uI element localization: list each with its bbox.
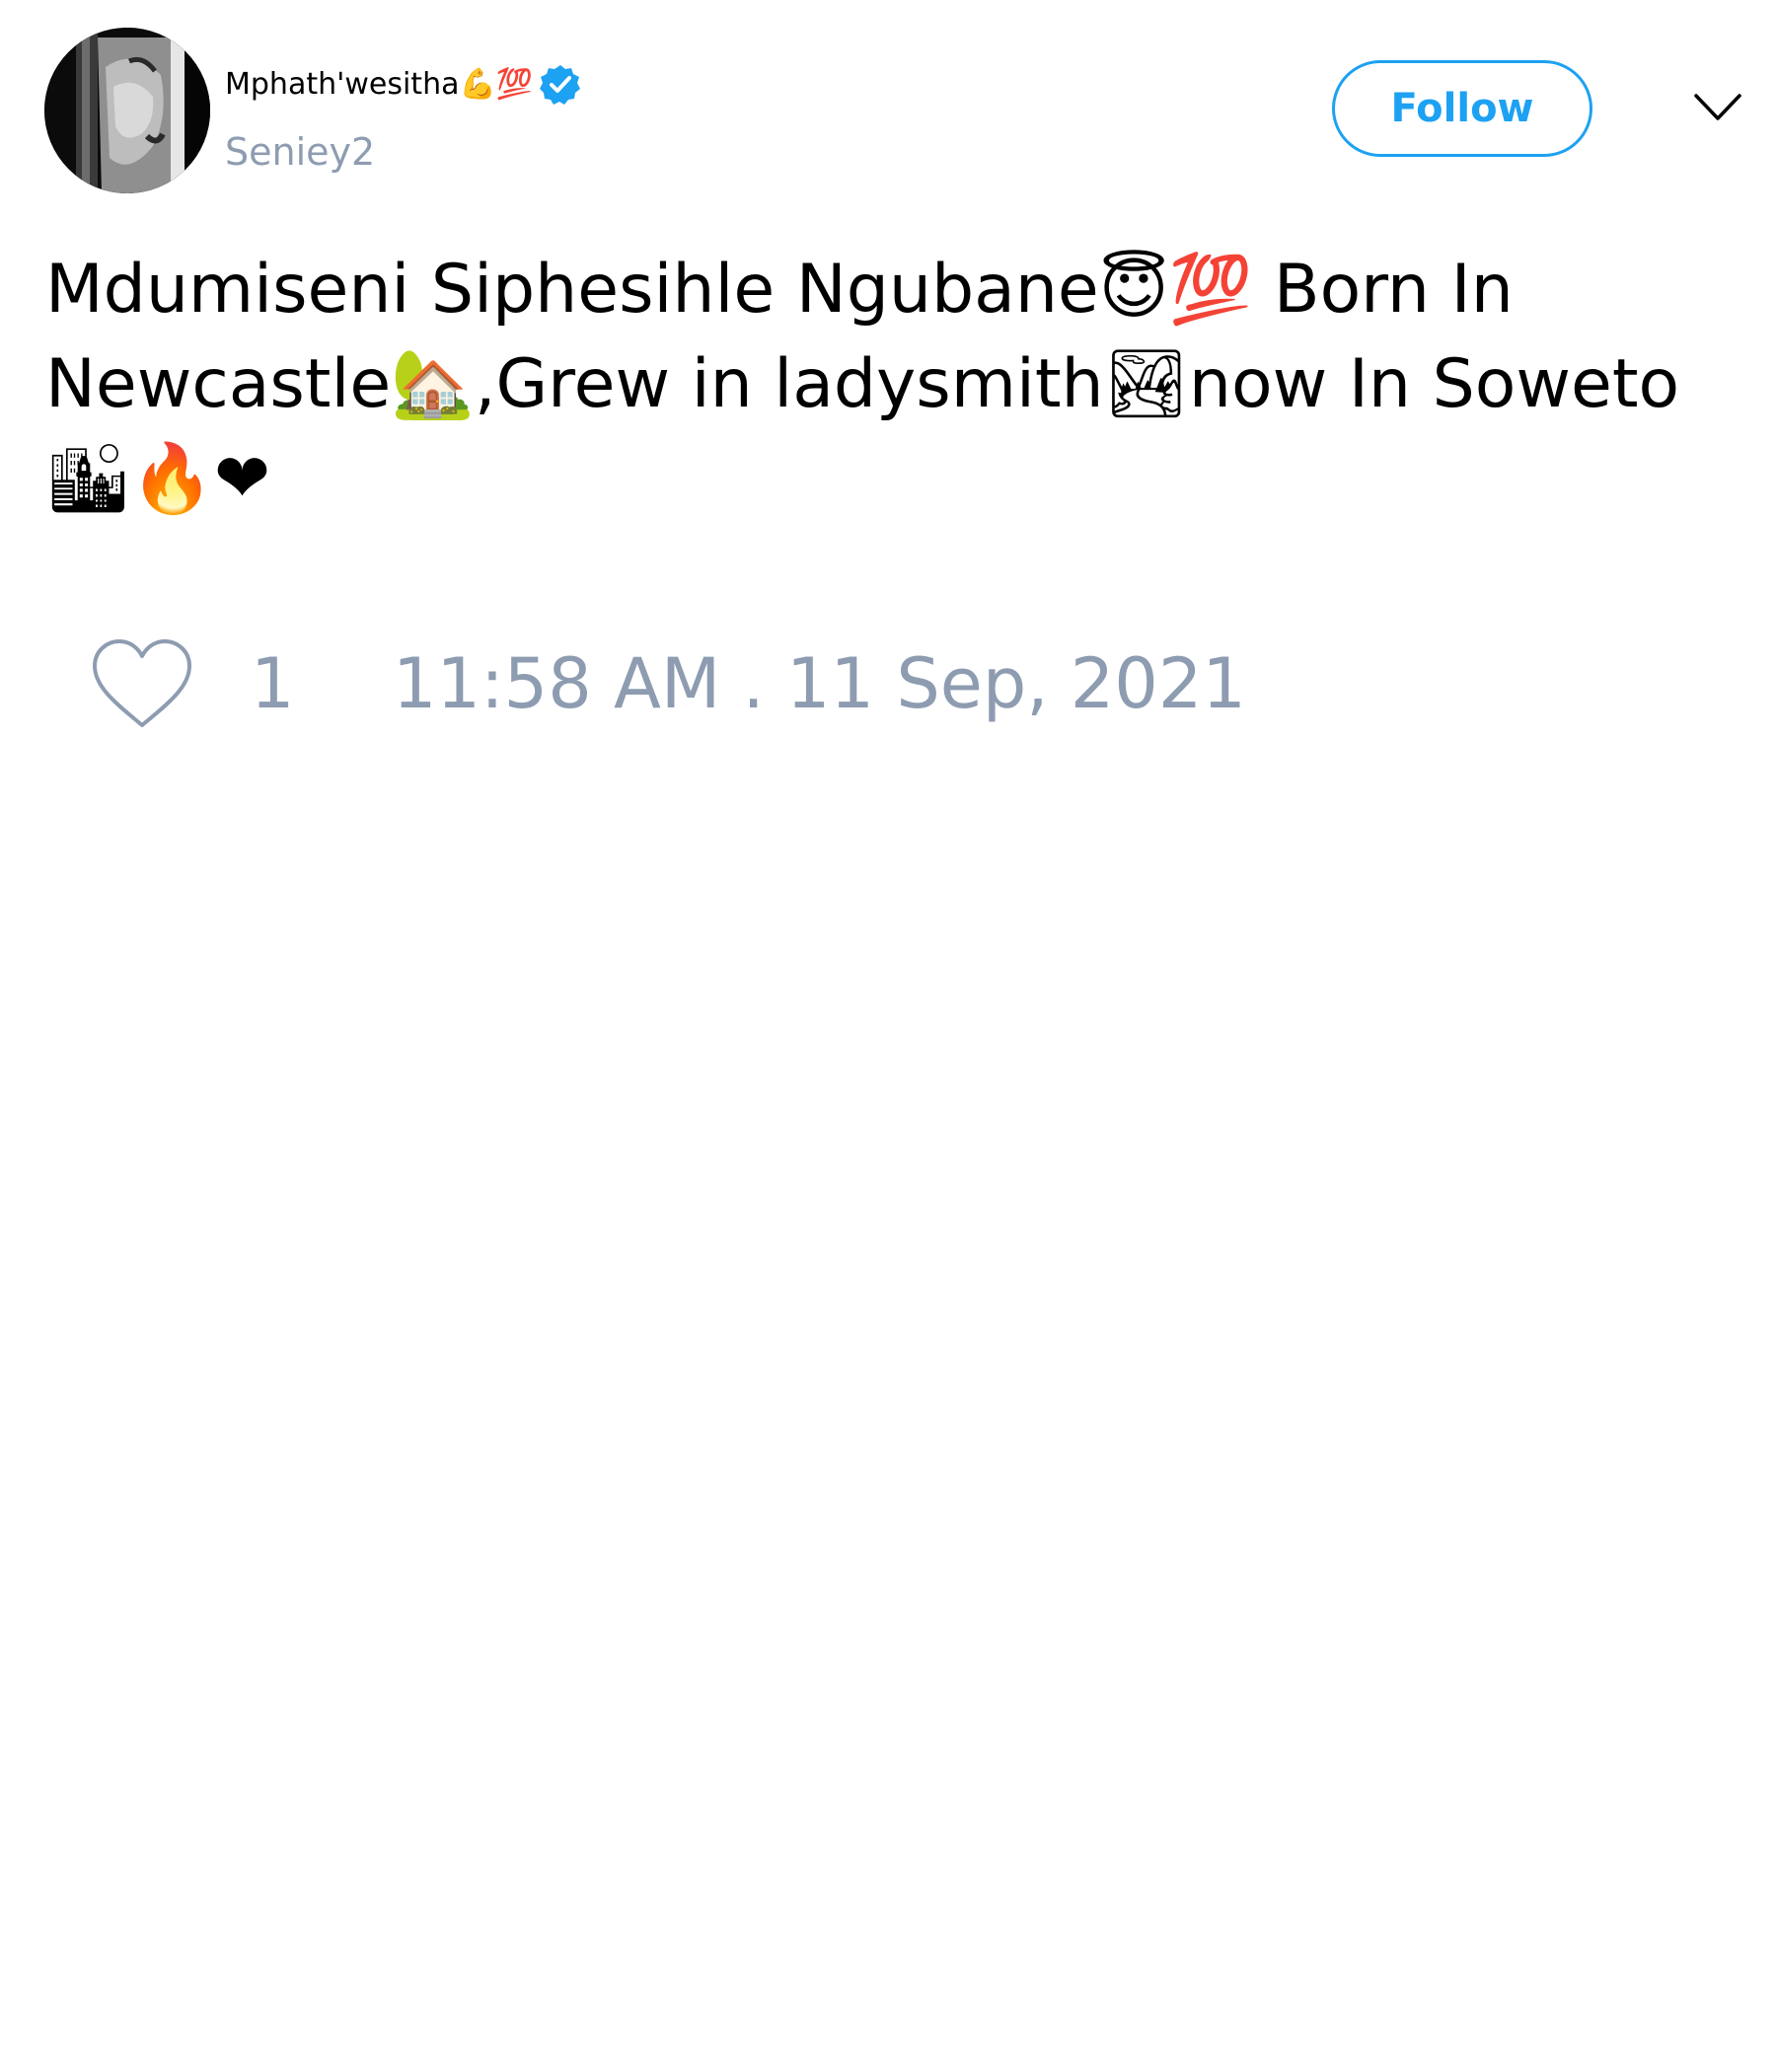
follow-button[interactable]: Follow [1332, 60, 1592, 157]
avatar[interactable] [44, 28, 210, 193]
chevron-down-icon[interactable] [1693, 91, 1742, 124]
heart-icon[interactable] [89, 636, 195, 731]
like-count: 1 [251, 643, 295, 724]
user-handle[interactable]: Seniey2 [225, 126, 375, 178]
display-name[interactable]: Mphath'wesitha💪💯 [225, 63, 582, 107]
verified-badge-icon [539, 63, 582, 107]
avatar-photo [44, 28, 210, 193]
tweet-timestamp[interactable]: 11:58 AM . 11 Sep, 2021 [393, 641, 1246, 726]
tweet-text: Mdumiseni Siphesihle Ngubane😇💯 Born In N… [45, 251, 1680, 518]
display-name-text: Mphath'wesitha💪💯 [225, 67, 534, 102]
